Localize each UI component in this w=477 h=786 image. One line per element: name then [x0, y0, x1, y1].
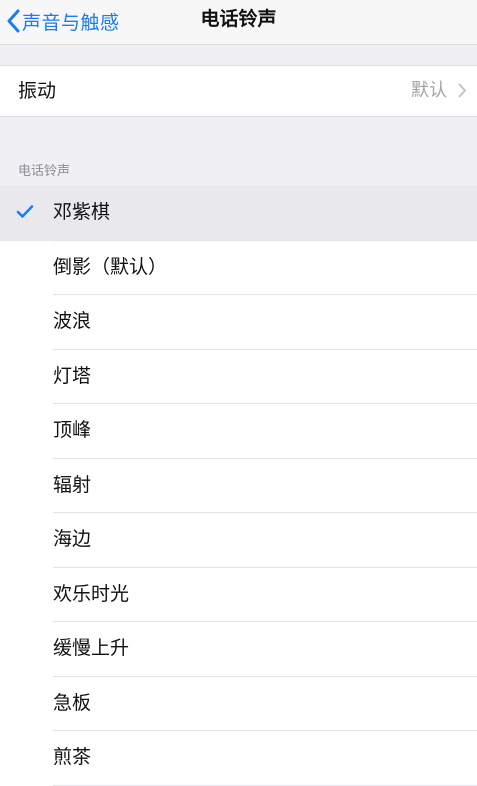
- row-divider: [53, 784, 477, 786]
- chevron-right-icon: [458, 83, 467, 102]
- checkmark-icon: [16, 204, 34, 223]
- ringtone-list: 邓紫棋倒影（默认） 波浪灯塔顶峰辐射海边欢乐时光缓慢上升急板煎茶: [0, 186, 477, 786]
- ringtone-label: 煎茶: [53, 746, 92, 768]
- ringtone-row[interactable]: 缓慢上升: [0, 622, 477, 677]
- ringtone-row[interactable]: 倒影（默认）: [0, 240, 477, 295]
- ringtone-label: 倒影（默认）: [53, 255, 168, 278]
- vibration-label: 振动: [18, 80, 57, 102]
- ringtone-row[interactable]: 波浪: [0, 295, 477, 350]
- ringtone-row[interactable]: 煎茶: [0, 731, 477, 786]
- ringtone-label: 灯塔: [53, 364, 92, 387]
- vibration-row[interactable]: 振动 默认: [0, 65, 477, 117]
- ringtone-row[interactable]: 顶峰: [0, 404, 477, 459]
- ringtone-label: 邓紫棋: [53, 201, 111, 223]
- ringtone-row[interactable]: 邓紫棋: [0, 186, 477, 241]
- ringtone-label: 波浪: [53, 310, 92, 332]
- ringtone-row[interactable]: 辐射: [0, 458, 477, 513]
- ringtone-row[interactable]: 欢乐时光: [0, 567, 477, 622]
- vibration-value: 默认: [411, 80, 447, 101]
- ringtone-label: 缓慢上升: [53, 637, 130, 659]
- page-title: 电话铃声: [200, 8, 277, 30]
- ringtone-row[interactable]: 海边: [0, 513, 477, 568]
- navigation-bar: 声音与触感 电话铃声: [0, 0, 477, 45]
- ringtone-label: 顶峰: [53, 419, 92, 441]
- section-header: 电话铃声: [18, 164, 71, 179]
- ringtone-row[interactable]: 急板: [0, 676, 477, 731]
- ringtone-label: 海边: [53, 528, 92, 550]
- group-spacer: [0, 45, 477, 65]
- ringtone-section: 电话铃声: [0, 117, 477, 186]
- ringtone-row[interactable]: 灯塔: [0, 349, 477, 404]
- ringtone-label: 欢乐时光: [53, 582, 130, 605]
- ringtone-label: 辐射: [53, 473, 92, 496]
- ringtone-label: 急板: [53, 691, 92, 714]
